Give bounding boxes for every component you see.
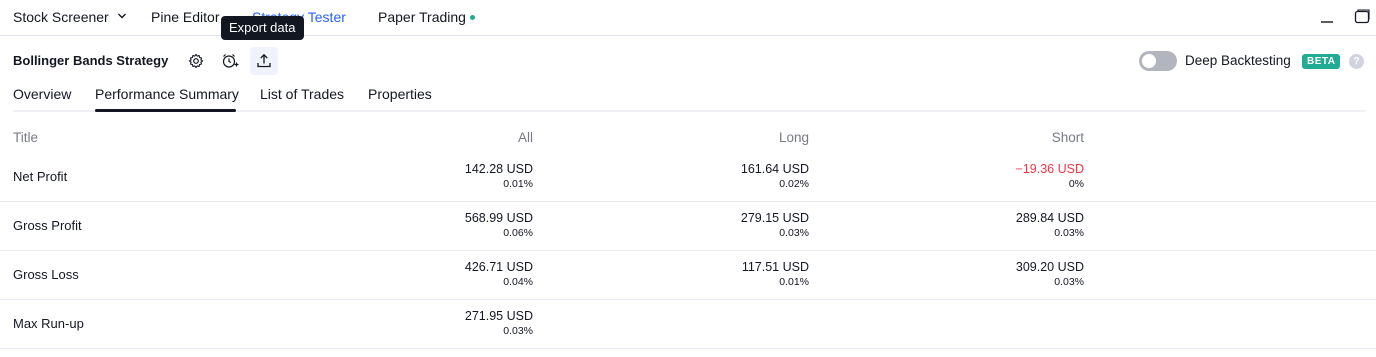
row-title: Gross Loss [13,267,79,282]
value: 271.95 USD [464,309,533,323]
column-header-short: Short [1051,130,1084,145]
row-title: Net Profit [13,169,68,184]
export-data-tooltip: Export data [221,16,304,40]
value: 117.51 USD [741,260,809,274]
cell-all: 568.99 USD 0.06% [353,210,533,240]
tab-paper-trading-label: Paper Trading [378,9,466,25]
cell-all: 426.71 USD 0.04% [353,259,533,289]
toggle-knob [1142,54,1156,68]
strategy-title: Bollinger Bands Strategy [13,53,169,68]
tab-paper-trading[interactable]: Paper Trading [378,9,475,25]
tab-pine-editor[interactable]: Pine Editor [151,9,219,25]
help-icon[interactable]: ? [1349,54,1364,69]
cell-short: −19.36 USD 0% [904,161,1084,191]
alarm-clock-icon [222,54,239,68]
value: 161.64 USD [740,162,809,176]
chevron-down-icon[interactable] [117,11,127,21]
tab-properties[interactable]: Properties [368,86,432,102]
percent: 0.01% [779,276,809,288]
tab-overview[interactable]: Overview [13,86,71,102]
table-row: Gross Loss 426.71 USD 0.04% 117.51 USD 0… [0,251,1376,300]
row-title: Max Run-up [13,316,84,331]
settings-button[interactable] [182,47,210,75]
status-dot-icon [469,14,475,20]
percent: 0% [1068,178,1084,190]
percent: 0.03% [1054,276,1084,288]
value: 289.84 USD [1015,211,1084,225]
export-data-button[interactable] [250,47,278,75]
tab-performance-summary[interactable]: Performance Summary [95,86,239,102]
percent: 0.03% [503,325,533,337]
bottom-panel-tabs: Stock Screener Pine Editor Strategy Test… [0,0,1376,36]
percent: 0.06% [503,227,533,239]
value: 142.28 USD [464,162,533,176]
cell-long: 279.15 USD 0.03% [629,210,809,240]
deep-backtesting-label: Deep Backtesting [1185,53,1291,68]
deep-backtesting-toggle[interactable] [1139,51,1177,71]
row-title: Gross Profit [13,218,82,233]
cell-long: 117.51 USD 0.01% [629,259,809,289]
upload-icon [257,53,271,68]
cell-short: 289.84 USD 0.03% [904,210,1084,240]
gear-icon [188,53,204,69]
tab-list-of-trades[interactable]: List of Trades [260,86,344,102]
percent: 0.03% [1054,227,1084,239]
table-row: Net Profit 142.28 USD 0.01% 161.64 USD 0… [0,153,1376,202]
minimize-icon[interactable] [1318,8,1336,26]
active-tab-indicator [95,109,236,112]
column-header-title: Title [13,130,39,145]
tab-stock-screener[interactable]: Stock Screener [13,9,109,25]
percent: 0.02% [779,178,809,190]
percent: 0.03% [779,227,809,239]
value: 279.15 USD [740,211,809,225]
cell-all: 271.95 USD 0.03% [353,308,533,338]
cell-long: 161.64 USD 0.02% [629,161,809,191]
add-alert-button[interactable] [216,47,244,75]
value: 309.20 USD [1015,260,1084,274]
table-row: Max Run-up 271.95 USD 0.03% [0,300,1376,349]
value: 568.99 USD [464,211,533,225]
percent: 0.01% [503,178,533,190]
percent: 0.04% [503,276,533,288]
beta-badge: BETA [1302,54,1341,69]
column-header-all: All [517,130,533,145]
strategy-tester-panel: Stock Screener Pine Editor Strategy Test… [0,0,1376,357]
value: −19.36 USD [1015,162,1084,176]
maximize-icon[interactable] [1353,8,1371,26]
cell-all: 142.28 USD 0.01% [353,161,533,191]
cell-short: 309.20 USD 0.03% [904,259,1084,289]
value: 426.71 USD [464,260,533,274]
table-row: Gross Profit 568.99 USD 0.06% 279.15 USD… [0,202,1376,251]
column-header-long: Long [778,130,809,145]
